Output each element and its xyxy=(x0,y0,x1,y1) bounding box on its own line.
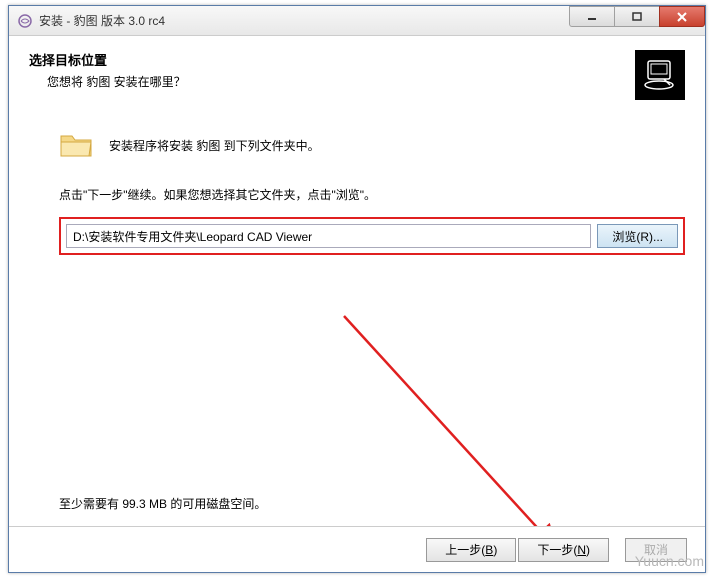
page-header: 选择目标位置 您想将 豹图 安装在哪里？ xyxy=(29,50,685,100)
install-path-input[interactable] xyxy=(66,224,591,248)
page-subtitle: 您想将 豹图 安装在哪里？ xyxy=(29,73,186,90)
header-text: 选择目标位置 您想将 豹图 安装在哪里？ xyxy=(29,50,186,90)
install-description: 安装程序将安装 豹图 到下列文件夹中。 xyxy=(109,137,320,154)
wizard-disk-icon xyxy=(635,50,685,100)
maximize-button[interactable] xyxy=(614,6,660,27)
back-button[interactable]: 上一步(B)上一步(B) xyxy=(426,538,516,562)
disk-space-text: 至少需要有 99.3 MB 的可用磁盘空间。 xyxy=(59,495,266,512)
app-icon xyxy=(17,13,33,29)
footer: 上一步(B)上一步(B) 下一步(N)下一步(N) 取消 xyxy=(9,526,705,572)
path-row-highlight: 浏览(R)... xyxy=(59,217,685,255)
annotation-arrow xyxy=(339,311,599,526)
next-button[interactable]: 下一步(N)下一步(N) xyxy=(518,538,609,562)
titlebar: 安装 - 豹图 版本 3.0 rc4 xyxy=(9,6,705,36)
window-controls xyxy=(570,6,705,27)
installer-window: 安装 - 豹图 版本 3.0 rc4 选择目标位置 您想将 豹图 安装在哪里？ xyxy=(8,5,706,573)
folder-row: 安装程序将安装 豹图 到下列文件夹中。 xyxy=(59,130,685,160)
body-section: 安装程序将安装 豹图 到下列文件夹中。 点击"下一步"继续。如果您想选择其它文件… xyxy=(29,130,685,255)
close-button[interactable] xyxy=(659,6,705,27)
minimize-button[interactable] xyxy=(569,6,615,27)
folder-icon xyxy=(59,130,93,160)
browse-button[interactable]: 浏览(R)... xyxy=(597,224,678,248)
window-title: 安装 - 豹图 版本 3.0 rc4 xyxy=(39,12,165,29)
watermark: Yuucn.com xyxy=(635,553,704,569)
content-area: 选择目标位置 您想将 豹图 安装在哪里？ xyxy=(9,36,705,526)
page-title: 选择目标位置 xyxy=(29,50,186,69)
instruction-text: 点击"下一步"继续。如果您想选择其它文件夹，点击"浏览"。 xyxy=(59,186,685,203)
